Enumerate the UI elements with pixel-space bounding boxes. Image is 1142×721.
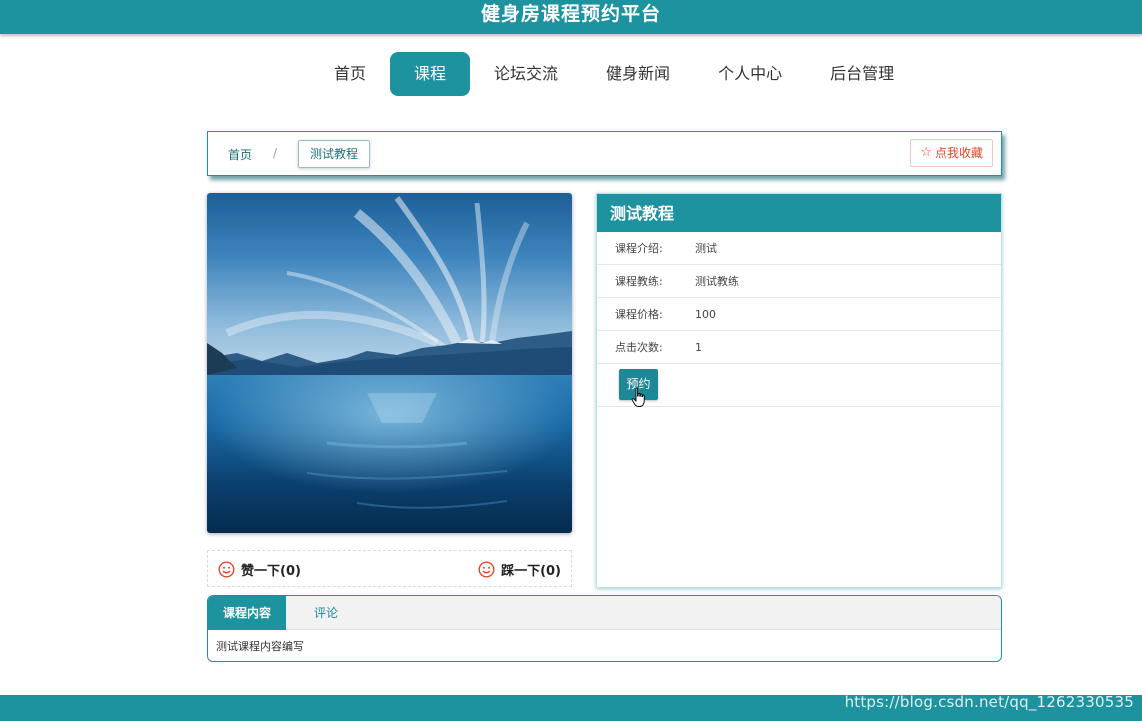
- breadcrumb-current[interactable]: 测试教程: [298, 140, 371, 168]
- vote-bar: 赞一下(0) 踩一下(0): [207, 550, 572, 587]
- info-row-coach: 课程教练: 测试教练: [597, 265, 1001, 298]
- like-button[interactable]: 赞一下(0): [218, 560, 301, 579]
- course-image: [207, 193, 572, 533]
- header-bar: 健身房课程预约平台: [0, 0, 1142, 34]
- watermark: https://blog.csdn.net/qq_1262330535: [844, 693, 1134, 711]
- favorite-label: 点我收藏: [934, 146, 983, 160]
- main-nav: 首页 课程 论坛交流 健身新闻 个人中心 后台管理: [310, 52, 918, 96]
- info-action-row: 预约: [597, 364, 1001, 407]
- info-value: 100: [695, 307, 716, 321]
- info-key: 课程价格:: [615, 308, 663, 321]
- breadcrumb-home-link[interactable]: 首页: [228, 146, 252, 163]
- tab-course-content[interactable]: 课程内容: [208, 596, 287, 630]
- nav-item-courses[interactable]: 课程: [390, 52, 471, 96]
- nav-item-home[interactable]: 首页: [310, 52, 390, 96]
- info-key: 点击次数:: [615, 341, 663, 354]
- info-row-clicks: 点击次数: 1: [597, 331, 1001, 364]
- info-key: 课程教练:: [615, 275, 663, 288]
- course-info-panel: 测试教程 课程介绍: 测试 课程教练: 测试教练 课程价格: 100 点击次数:…: [596, 193, 1002, 588]
- info-key: 课程介绍:: [615, 242, 663, 255]
- course-tabs: 课程内容 评论 测试课程内容编写: [207, 595, 1002, 662]
- tab-content: 测试课程内容编写: [216, 640, 304, 653]
- breadcrumb-separator: /: [273, 146, 278, 160]
- nav-item-forum[interactable]: 论坛交流: [470, 52, 582, 96]
- smile-icon: [478, 561, 495, 578]
- info-value: 测试教练: [695, 275, 739, 288]
- nav-item-profile[interactable]: 个人中心: [694, 52, 806, 96]
- breadcrumb: 首页 / 测试教程 ☆ 点我收藏: [207, 131, 1002, 176]
- smile-icon: [218, 561, 235, 578]
- tab-row: 课程内容 评论: [208, 596, 1001, 630]
- course-title: 测试教程: [597, 194, 1001, 232]
- dislike-label: 踩一下(0): [501, 564, 561, 579]
- hand-cursor-icon: [631, 387, 645, 407]
- star-outline-icon: ☆: [920, 145, 932, 160]
- nav-item-news[interactable]: 健身新闻: [582, 52, 694, 96]
- info-value: 1: [695, 340, 702, 354]
- info-row-price: 课程价格: 100: [597, 298, 1001, 331]
- like-label: 赞一下(0): [241, 564, 301, 579]
- site-title: 健身房课程预约平台: [480, 3, 661, 25]
- nav-item-admin[interactable]: 后台管理: [806, 52, 918, 96]
- info-row-intro: 课程介绍: 测试: [597, 232, 1001, 265]
- favorite-button[interactable]: ☆ 点我收藏: [910, 139, 993, 167]
- dislike-button[interactable]: 踩一下(0): [478, 560, 561, 579]
- tab-comments[interactable]: 评论: [286, 596, 366, 630]
- info-value: 测试: [695, 242, 717, 255]
